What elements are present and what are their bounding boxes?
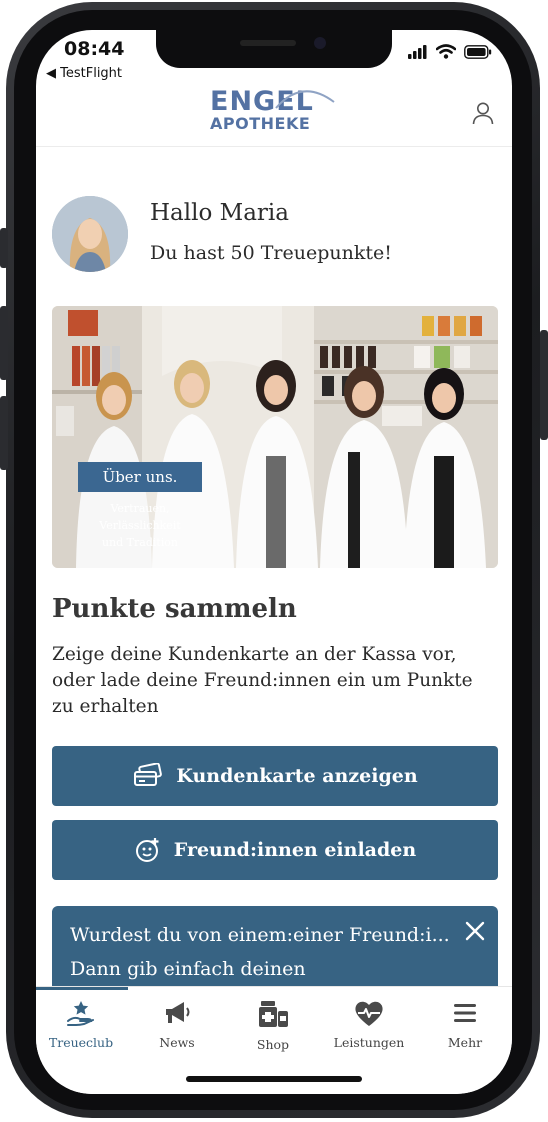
tagline-line: Vertrauen, bbox=[110, 502, 170, 515]
status-icons bbox=[408, 44, 492, 59]
tab-shop[interactable]: Shop bbox=[228, 999, 318, 1052]
wifi-icon bbox=[436, 44, 456, 59]
power-button bbox=[540, 330, 548, 440]
notch bbox=[156, 30, 392, 68]
greeting-name: Hallo Maria bbox=[150, 200, 289, 226]
invite-friend-icon bbox=[135, 838, 159, 862]
logo-text-apotheke: APOTHEKE bbox=[210, 114, 311, 133]
megaphone-icon bbox=[166, 1002, 190, 1023]
active-tab-indicator bbox=[36, 987, 128, 990]
signal-icon bbox=[408, 44, 427, 59]
heart-pulse-icon bbox=[355, 1001, 383, 1026]
collect-points-description: Zeige deine Kundenkarte an der Kassa vor… bbox=[52, 644, 473, 717]
show-customer-card-button[interactable]: Kundenkarte anzeigen bbox=[52, 746, 498, 806]
tab-label: Leistungen bbox=[333, 1035, 405, 1050]
menu-icon bbox=[454, 1004, 476, 1022]
tab-label: Treueclub bbox=[48, 1035, 114, 1050]
about-us-tagline: Vertrauen, Verlässlichkeit und Tradition bbox=[66, 500, 214, 551]
tab-mehr[interactable]: Mehr bbox=[420, 999, 510, 1050]
about-us-banner[interactable]: Über uns. Vertrauen, Verlässlichkeit und… bbox=[52, 306, 498, 568]
customer-card-icon bbox=[134, 763, 163, 786]
tagline-line: Verlässlichkeit bbox=[99, 519, 181, 532]
invite-friends-button[interactable]: Freund:innen einladen bbox=[52, 820, 498, 880]
about-us-badge[interactable]: Über uns. bbox=[78, 462, 202, 492]
volume-up-button bbox=[0, 306, 8, 380]
tagline-line: und Tradition bbox=[101, 536, 179, 549]
app-screen: 08:44 ◀ TestFlight ENGEL APOTHEKE Hallo … bbox=[36, 30, 512, 1094]
logo-arc-icon bbox=[275, 90, 335, 109]
tab-label: News bbox=[159, 1035, 195, 1050]
pharmacy-bottles-icon bbox=[259, 1001, 288, 1027]
referral-banner-line1: Wurdest du von einem:einer Freund:i... bbox=[70, 924, 450, 946]
earpiece-speaker bbox=[240, 40, 296, 46]
tab-label: Mehr bbox=[447, 1035, 483, 1050]
back-to-testflight-link[interactable]: ◀ TestFlight bbox=[46, 66, 122, 81]
header-divider bbox=[36, 146, 512, 147]
status-time: 08:44 bbox=[64, 38, 125, 60]
tab-treueclub[interactable]: Treueclub bbox=[36, 999, 126, 1050]
front-camera bbox=[314, 37, 326, 49]
invite-friends-label: Freund:innen einladen bbox=[173, 839, 417, 861]
avatar-portrait-icon bbox=[52, 196, 128, 272]
volume-down-button bbox=[0, 396, 8, 470]
collect-points-title: Punkte sammeln bbox=[52, 594, 297, 624]
tab-leistungen[interactable]: Leistungen bbox=[324, 999, 414, 1050]
silent-switch bbox=[0, 228, 8, 268]
profile-icon[interactable] bbox=[470, 100, 496, 126]
avatar[interactable] bbox=[52, 196, 128, 272]
tab-label: Shop bbox=[256, 1037, 290, 1052]
loyalty-points-text: Du hast 50 Treuepunkte! bbox=[150, 242, 392, 264]
tab-news[interactable]: News bbox=[132, 999, 222, 1050]
show-customer-card-label: Kundenkarte anzeigen bbox=[176, 765, 418, 787]
referral-banner-line2: Dann gib einfach deinen bbox=[70, 958, 306, 980]
battery-icon bbox=[464, 44, 492, 59]
engel-apotheke-logo[interactable]: ENGEL APOTHEKE bbox=[210, 88, 340, 132]
home-indicator[interactable] bbox=[186, 1076, 362, 1082]
hand-star-icon bbox=[67, 1001, 94, 1026]
close-icon[interactable] bbox=[462, 918, 488, 944]
